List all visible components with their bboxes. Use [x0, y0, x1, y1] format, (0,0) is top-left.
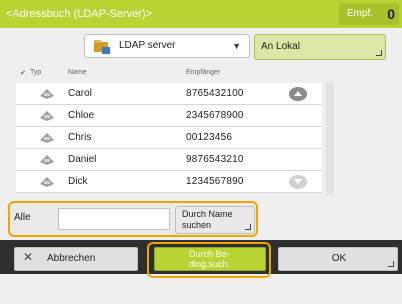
- server-select-label: LDAP server: [119, 40, 176, 51]
- arrow-down-icon: [294, 179, 302, 184]
- to-local-button[interactable]: An Lokal: [254, 34, 386, 60]
- page-title: <Adressbuch (LDAP-Server)>: [6, 8, 153, 20]
- search-by-name-button[interactable]: Durch Name suchen: [175, 206, 255, 234]
- scroll-up-button[interactable]: [289, 87, 307, 101]
- header-bar: <Adressbuch (LDAP-Server)> Empf. 0: [0, 0, 402, 28]
- row-number: 00123456: [186, 132, 233, 143]
- chevron-down-icon: ▼: [232, 41, 241, 51]
- close-icon: ✕: [23, 250, 34, 264]
- row-number: 2345678900: [186, 110, 244, 121]
- table-row[interactable]: Daniel 9876543210: [16, 149, 322, 171]
- recipients-label: Empf.: [347, 8, 374, 19]
- column-name[interactable]: Name: [68, 69, 87, 76]
- row-name: Chris: [68, 132, 92, 143]
- corner-indicator-icon: [376, 50, 382, 56]
- scrollbar-track[interactable]: [326, 83, 334, 195]
- table-row[interactable]: Chris 00123456: [16, 127, 322, 149]
- row-name: Carol: [68, 88, 92, 99]
- row-name: Daniel: [68, 154, 97, 165]
- corner-indicator-icon: [245, 224, 251, 230]
- arrow-up-icon: [294, 91, 302, 96]
- ok-label: OK: [331, 253, 347, 264]
- folder-network-icon: [94, 40, 110, 54]
- ok-button[interactable]: OK: [278, 247, 398, 271]
- fax-icon: [40, 89, 54, 99]
- condition-search-button[interactable]: Durch Be­ding.such.: [154, 247, 266, 271]
- list-header: ✔ Typ Name Empfänger: [16, 67, 338, 81]
- table-row[interactable]: Chloe 2345678900: [16, 105, 322, 127]
- corner-indicator-icon: [388, 261, 394, 267]
- table-row[interactable]: Dick 1234567890: [16, 171, 322, 193]
- recipients-count: 0: [387, 6, 395, 22]
- search-field-label: Alle: [14, 212, 31, 223]
- recipients-counter: Empf. 0: [339, 3, 399, 25]
- address-book-panel: <Adressbuch (LDAP-Server)> Empf. 0 LDAP …: [0, 0, 402, 304]
- column-recipient[interactable]: Empfänger: [186, 69, 220, 76]
- sort-check-icon: ✔: [20, 70, 26, 77]
- row-name: Dick: [68, 176, 88, 187]
- column-type[interactable]: Typ: [30, 69, 41, 76]
- row-number: 1234567890: [186, 176, 244, 187]
- search-by-name-label: Durch Name suchen: [182, 209, 233, 230]
- row-number: 8765432100: [186, 88, 244, 99]
- search-input[interactable]: [58, 208, 170, 230]
- fax-icon: [40, 155, 54, 165]
- cancel-button[interactable]: ✕ Abbrechen: [14, 247, 138, 271]
- server-select[interactable]: LDAP server ▼: [84, 34, 250, 58]
- row-name: Chloe: [68, 110, 95, 121]
- fax-icon: [40, 111, 54, 121]
- table-row[interactable]: Carol 8765432100: [16, 83, 322, 105]
- fax-icon: [40, 177, 54, 187]
- condition-search-label: Durch Be­ding.such.: [189, 249, 231, 269]
- scroll-down-button[interactable]: [289, 175, 307, 189]
- cancel-label: Abbrechen: [47, 253, 96, 264]
- to-local-label: An Lokal: [261, 41, 300, 52]
- row-number: 9876543210: [186, 154, 244, 165]
- fax-icon: [40, 133, 54, 143]
- recipient-list: ✔ Typ Name Empfänger Carol 8765432100 Ch…: [16, 67, 338, 195]
